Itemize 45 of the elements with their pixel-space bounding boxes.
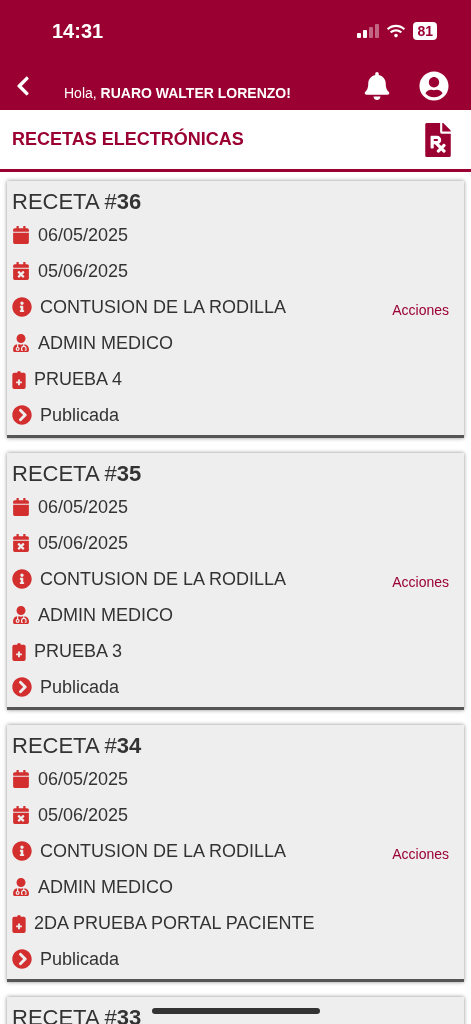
- medical-clipboard-icon: [12, 641, 26, 661]
- medical-clipboard-icon: [12, 369, 26, 389]
- prescription-detail: 05/06/2025: [38, 803, 129, 827]
- prescription-detail: 05/06/2025: [38, 531, 129, 555]
- prescription-detail: Publicada: [40, 675, 120, 699]
- calendar-icon: [12, 498, 30, 516]
- calendar-icon: [12, 226, 30, 244]
- prescription-title: RECETA #36: [12, 188, 142, 216]
- actions-link[interactable]: Acciones: [392, 571, 449, 593]
- signal-icon: [357, 24, 380, 38]
- prescription-title: RECETA #35: [12, 460, 142, 488]
- wifi-icon: [387, 22, 406, 40]
- prescription-detail: PRUEBA 3: [34, 639, 123, 663]
- prescription-detail: 06/05/2025: [38, 495, 129, 519]
- prescription-detail: 05/06/2025: [38, 259, 129, 283]
- prescription-detail: CONTUSION DE LA RODILLA: [40, 839, 287, 863]
- info-icon: [12, 841, 32, 861]
- prescription-detail: ADMIN MEDICO: [38, 603, 173, 627]
- doctor-icon: [12, 606, 30, 624]
- section-title: RECETAS ELECTRÓNICAS: [12, 127, 244, 151]
- medical-clipboard-icon: [12, 913, 26, 933]
- battery-indicator: 81: [413, 22, 437, 40]
- doctor-icon: [12, 334, 30, 352]
- calendar-icon: [12, 770, 30, 788]
- prescription-detail: 06/05/2025: [38, 223, 129, 247]
- prescription-detail: Publicada: [40, 403, 120, 427]
- status-time: 14:31: [52, 19, 104, 44]
- actions-link[interactable]: Acciones: [392, 299, 449, 321]
- actions-link[interactable]: Acciones: [392, 843, 449, 865]
- calendar-x-icon: [12, 534, 30, 552]
- calendar-x-icon: [12, 806, 30, 824]
- info-icon: [12, 297, 32, 317]
- prescription-detail: PRUEBA 4: [34, 367, 123, 391]
- doctor-icon: [12, 878, 30, 896]
- calendar-x-icon: [12, 262, 30, 280]
- info-icon: [12, 569, 32, 589]
- prescription-detail: CONTUSION DE LA RODILLA: [40, 295, 287, 319]
- prescription-detail: 06/05/2025: [38, 767, 129, 791]
- greeting: Hola, RUARO WALTER LORENZO!: [64, 83, 291, 103]
- prescription-detail: CONTUSION DE LA RODILLA: [40, 567, 287, 591]
- prescription-detail: ADMIN MEDICO: [38, 875, 173, 899]
- prescription-title: RECETA #34: [12, 732, 142, 760]
- prescription-detail: Publicada: [40, 947, 120, 971]
- prescription-detail: ADMIN MEDICO: [38, 331, 173, 355]
- prescription-detail: 2DA PRUEBA PORTAL PACIENTE: [34, 911, 315, 935]
